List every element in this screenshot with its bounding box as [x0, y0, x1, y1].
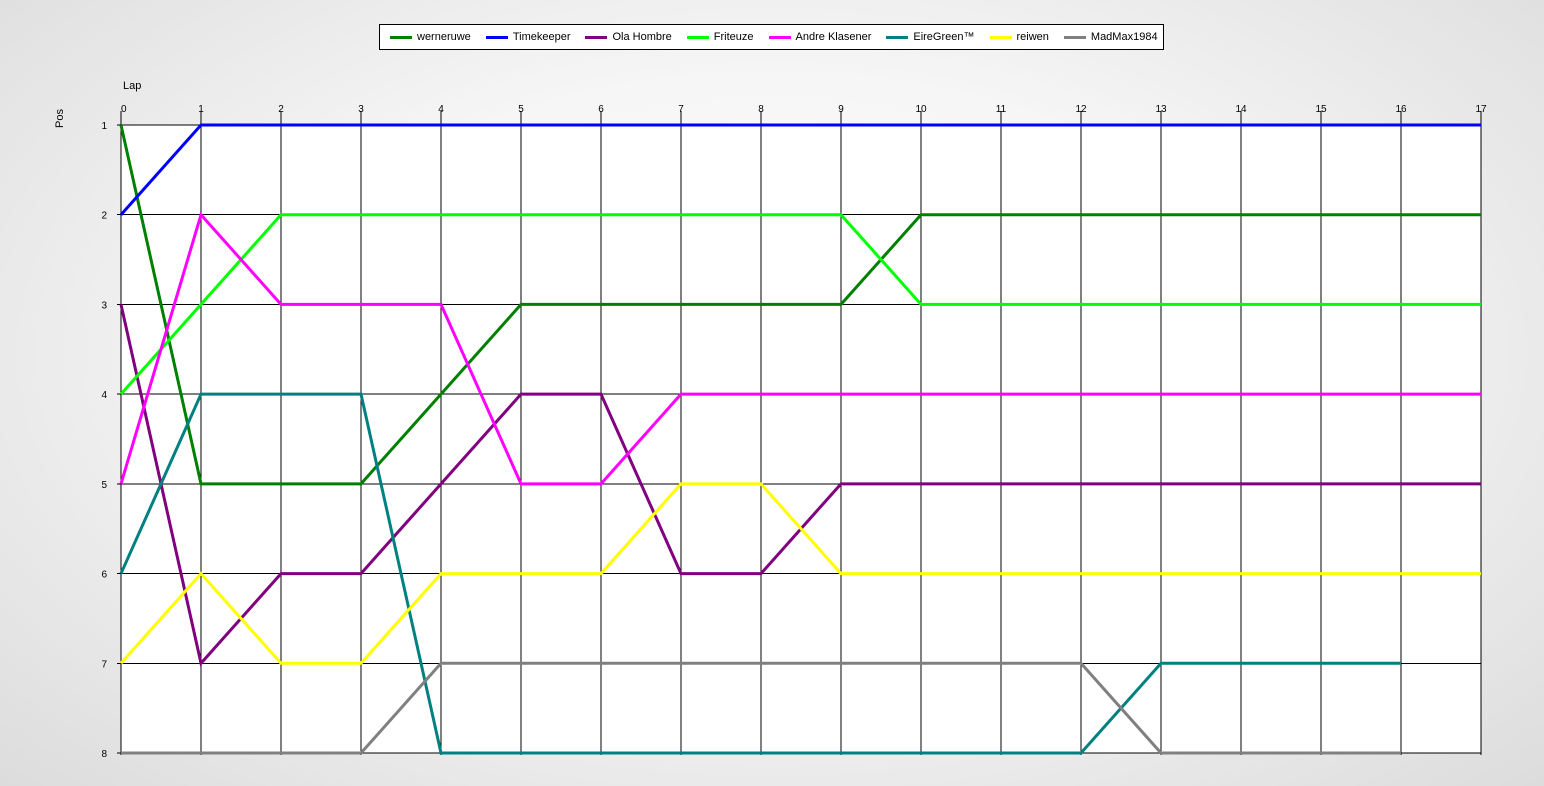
legend-swatch: [1063, 35, 1086, 39]
legend-swatch: [989, 35, 1012, 39]
plot-background: [121, 125, 1481, 753]
x-tick-label: 7: [678, 104, 684, 115]
legend-item: reiwen: [989, 31, 1049, 43]
legend-label: MadMax1984: [1090, 31, 1158, 43]
y-tick-label: 7: [101, 659, 107, 670]
legend-swatch: [768, 35, 791, 39]
legend-swatch: [686, 35, 709, 39]
legend-item: EireGreen™: [886, 31, 975, 43]
x-tick-label: 15: [1315, 104, 1327, 115]
y-tick-label: 4: [101, 390, 107, 401]
x-tick-label: 13: [1155, 104, 1167, 115]
x-tick-label: 6: [598, 104, 604, 115]
x-tick-label: 0: [121, 104, 127, 115]
legend: werneruwe Timekeeper Ola Hombre Friteuze And…: [379, 24, 1164, 50]
legend-swatch: [886, 35, 909, 39]
x-tick-label: 2: [278, 104, 284, 115]
x-tick-label: 14: [1235, 104, 1247, 115]
y-tick-label: 3: [101, 300, 107, 311]
legend-swatch: [585, 35, 608, 39]
x-tick-label: 12: [1075, 104, 1087, 115]
legend-item: Andre Klasener: [768, 31, 872, 43]
y-tick-label: 2: [101, 211, 107, 222]
x-tick-label: 1: [198, 104, 204, 115]
legend-swatch: [390, 35, 412, 39]
x-tick-label: 8: [758, 104, 764, 115]
y-axis-title: Pos: [54, 109, 66, 128]
legend-label: Timekeeper: [512, 31, 571, 43]
y-tick-label: 8: [101, 749, 107, 760]
legend-item: Ola Hombre: [585, 31, 672, 43]
legend-label: Andre Klasener: [795, 31, 872, 43]
x-tick-label: 3: [358, 104, 364, 115]
legend-item: werneruwe: [390, 31, 471, 43]
x-tick-label: 16: [1395, 104, 1407, 115]
legend-label: EireGreen™: [913, 31, 975, 43]
position-chart: 0 1 2 3 4 5 6 7 8 9 10 11 12 13 14 15 16 17 1 2 3 4 5 6 7 8 Lap P…: [0, 0, 1544, 786]
x-tick-label: 5: [518, 104, 524, 115]
x-tick-label: 17: [1475, 104, 1487, 115]
legend-item: Friteuze: [686, 31, 754, 43]
x-tick-label: 11: [996, 104, 1007, 115]
chart-plot: 0 1 2 3 4 5 6 7 8 9 10 11 12 13 14 15 16 1712345678: [101, 104, 1487, 760]
x-tick-label: 10: [915, 104, 927, 115]
grid: [117, 111, 1482, 755]
x-axis-title: Lap: [123, 80, 142, 92]
y-tick-label: 6: [101, 570, 107, 581]
legend-label: werneruwe: [417, 31, 471, 43]
legend-label: Friteuze: [713, 31, 754, 43]
y-tick-label: 5: [101, 480, 107, 491]
legend-swatch: [485, 35, 508, 39]
y-tick-label: 1: [101, 121, 107, 132]
x-tick-label: 4: [438, 104, 444, 115]
legend-label: Ola Hombre: [612, 31, 672, 43]
legend-item: Timekeeper: [485, 31, 571, 43]
x-tick-label: 9: [838, 104, 844, 115]
legend-label: reiwen: [1016, 31, 1049, 43]
legend-item: MadMax1984: [1063, 31, 1158, 43]
